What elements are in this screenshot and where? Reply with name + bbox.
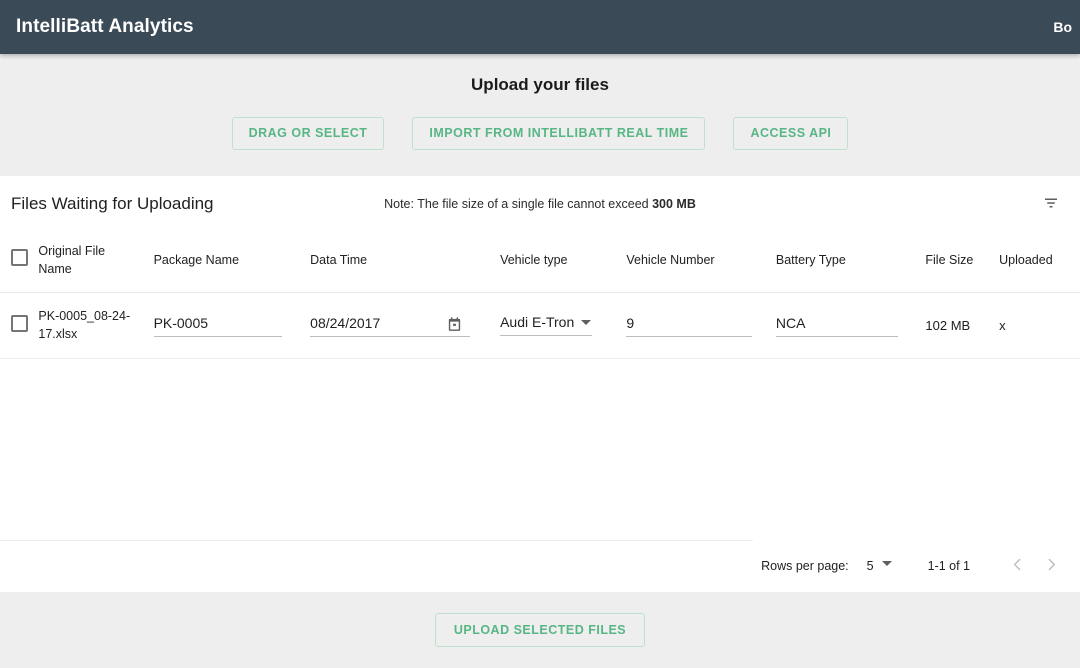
header-data-time: Data Time	[310, 232, 501, 294]
vehicle-type-value: Audi E-Tron	[500, 314, 575, 331]
files-card: Files Waiting for Uploading Note: The fi…	[0, 176, 1080, 592]
table-header-row: Original File Name Package Name Data Tim…	[0, 232, 1080, 294]
chevron-down-icon	[581, 320, 592, 326]
files-table-body: PK-0005_08-24-17.xlsx PK-0005 08/24/2017…	[0, 292, 1080, 359]
header-select	[0, 232, 39, 294]
table-empty-space	[0, 359, 1080, 541]
original-file-name: PK-0005_08-24-17.xlsx	[38, 309, 131, 342]
row-select-cell	[0, 292, 39, 359]
header-package-name: Package Name	[153, 232, 311, 294]
drag-or-select-button[interactable]: DRAG OR SELECT	[231, 117, 385, 150]
header-vehicle-type: Vehicle type	[500, 232, 627, 294]
header-battery-type: Battery Type	[775, 232, 926, 294]
row-file-size-cell: 102 MB	[925, 292, 1000, 359]
rows-per-page-value: 5	[866, 559, 874, 573]
app-header: IntelliBatt Analytics Bo	[0, 0, 1080, 54]
select-all-checkbox[interactable]	[11, 249, 28, 267]
remove-row-button[interactable]: x	[999, 318, 1006, 333]
filter-list-icon	[1042, 194, 1060, 215]
footer-bar: UPLOAD SELECTED FILES	[0, 592, 1080, 668]
row-original-file-name-cell: PK-0005_08-24-17.xlsx	[38, 292, 154, 359]
file-size-value: 102 MB	[925, 317, 971, 333]
header-file-size: File Size	[925, 232, 1000, 294]
pagination-divider	[0, 540, 753, 541]
upload-panel: Upload your files DRAG OR SELECT IMPORT …	[0, 54, 1080, 176]
files-table-head: Original File Name Package Name Data Tim…	[0, 232, 1080, 294]
row-checkbox[interactable]	[11, 315, 28, 333]
vehicle-type-select[interactable]: Audi E-Tron	[500, 314, 593, 337]
header-vehicle-number: Vehicle Number	[626, 232, 776, 294]
chevron-left-icon	[1009, 556, 1026, 577]
row-vehicle-number-cell	[626, 292, 776, 359]
battery-type-input[interactable]	[775, 313, 898, 338]
pagination-range: 1-1 of 1	[927, 559, 970, 573]
chevron-down-icon	[881, 561, 892, 566]
files-card-header: Files Waiting for Uploading Note: The fi…	[0, 176, 1080, 232]
next-page-button[interactable]	[1034, 549, 1068, 583]
calendar-icon	[446, 317, 463, 336]
table-row: PK-0005_08-24-17.xlsx PK-0005 08/24/2017…	[0, 292, 1080, 359]
file-size-note-text: Note: The file size of a single file can…	[384, 197, 653, 211]
previous-page-button[interactable]	[1000, 549, 1034, 583]
header-original-file-name: Original File Name	[38, 232, 154, 294]
date-picker	[310, 313, 471, 338]
rows-per-page-select[interactable]: 5	[867, 559, 892, 573]
upload-heading: Upload your files	[471, 75, 609, 94]
rows-per-page-label: Rows per page:	[761, 559, 849, 573]
row-uploaded-cell: x	[999, 292, 1080, 359]
row-vehicle-type-cell: Audi E-Tron	[500, 292, 627, 359]
app-root: IntelliBatt Analytics Bo Upload your fil…	[0, 0, 1080, 668]
chevron-right-icon	[1043, 556, 1060, 577]
calendar-button[interactable]	[446, 316, 463, 333]
access-api-button[interactable]: ACCESS API	[733, 117, 849, 150]
header-uploaded: Uploaded	[999, 232, 1080, 294]
user-menu-label[interactable]: Bo	[1053, 19, 1072, 35]
file-size-limit: 300 MB	[652, 197, 696, 211]
filter-list-button[interactable]	[1038, 191, 1064, 217]
upload-action-buttons: DRAG OR SELECT IMPORT FROM INTELLIBATT R…	[231, 117, 849, 150]
files-table: Original File Name Package Name Data Tim…	[0, 232, 1080, 359]
row-battery-type-cell	[775, 292, 926, 359]
upload-selected-files-button[interactable]: UPLOAD SELECTED FILES	[434, 612, 646, 648]
row-package-name-cell	[153, 292, 311, 359]
table-pagination: Rows per page: 5 1-1 of 1	[0, 540, 1080, 592]
row-data-time-cell	[310, 292, 501, 359]
app-title: IntelliBatt Analytics	[16, 16, 194, 37]
import-realtime-button[interactable]: IMPORT FROM INTELLIBATT REAL TIME	[412, 117, 706, 150]
package-name-input[interactable]	[153, 313, 282, 338]
files-card-title: Files Waiting for Uploading	[11, 194, 214, 213]
vehicle-number-input[interactable]	[626, 313, 753, 338]
